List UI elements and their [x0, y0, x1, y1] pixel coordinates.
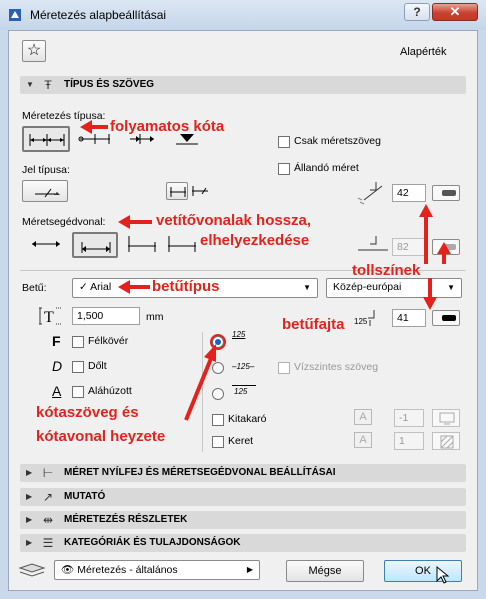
annotation-text-position: kótaszöveg és — [36, 404, 139, 421]
annotation-arrows — [80, 120, 451, 421]
annotation-pen-colors: tollszínek — [352, 262, 421, 279]
annotation-font-kind: betűfajta — [282, 316, 345, 333]
annotation-witness: vetítővonalak hossza, — [156, 212, 312, 229]
annotation-text-position2: kótavonal heyzete — [36, 428, 166, 445]
annotation-continuous: folyamatos kóta — [110, 118, 225, 135]
annotation-witness2: elhelyezkedése — [200, 232, 310, 249]
annotation-font-type: betűtípus — [152, 278, 220, 295]
